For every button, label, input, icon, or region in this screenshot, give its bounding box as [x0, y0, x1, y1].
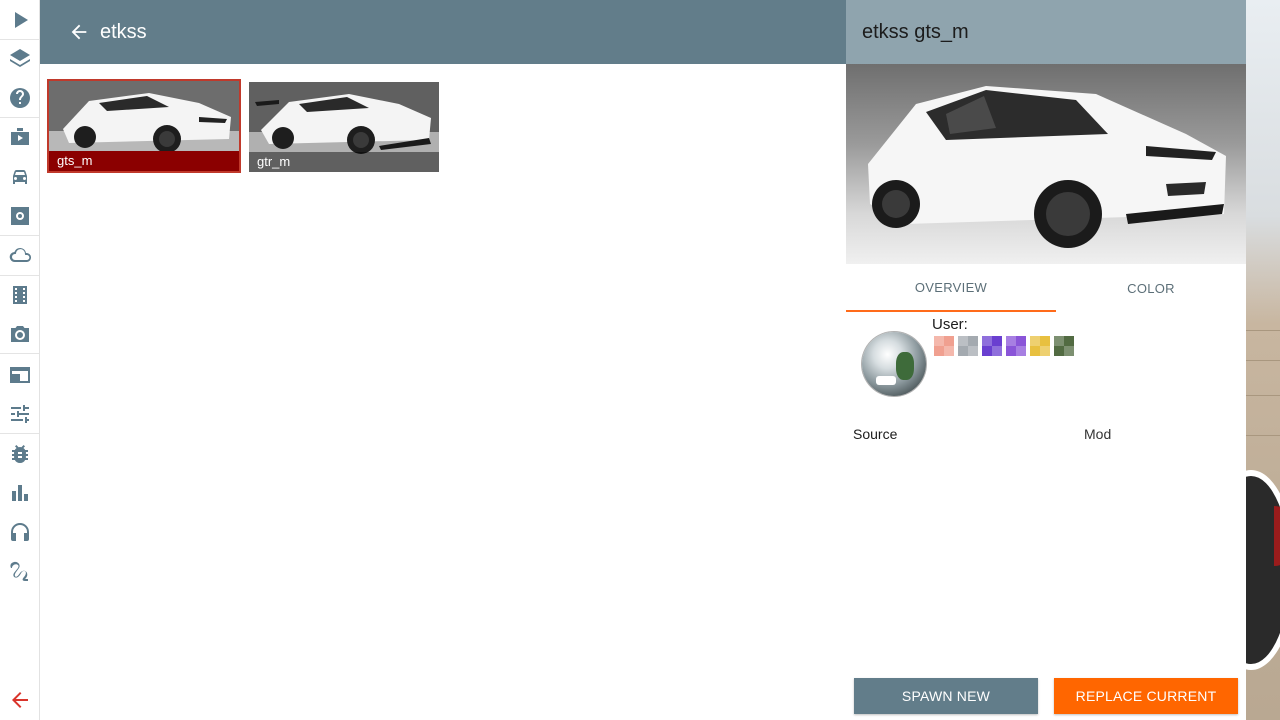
sliders-icon	[10, 404, 29, 423]
route-icon	[9, 561, 28, 581]
sidebar-item-layers[interactable]	[0, 39, 39, 78]
details-title: etkss gts_m	[862, 20, 969, 43]
sidebar-item-debug[interactable]	[0, 434, 39, 473]
page-title: etkss	[100, 20, 147, 43]
arrow-left-icon	[11, 691, 28, 708]
layers-icon	[9, 48, 30, 67]
sidebar-item-options[interactable]	[0, 394, 39, 433]
replace-current-button[interactable]: REPLACE CURRENT	[1054, 678, 1238, 714]
details-panel: etkss gts_m OVERVIEW COLOR User:	[846, 0, 1246, 720]
paint-swatch[interactable]	[958, 336, 978, 356]
config-label: gtr_m	[249, 152, 439, 172]
sidebar	[0, 0, 40, 720]
paint-swatches	[934, 336, 1074, 356]
paint-preview-ball	[862, 332, 926, 396]
sidebar-item-photo[interactable]	[0, 314, 39, 353]
cloud-icon	[9, 247, 31, 262]
arrow-left-icon	[71, 24, 87, 40]
play-icon	[14, 11, 28, 28]
sidebar-item-ui-apps[interactable]	[0, 355, 39, 394]
sidebar-item-help[interactable]	[0, 78, 39, 117]
paint-swatch[interactable]	[982, 336, 1002, 356]
config-label: gts_m	[49, 151, 239, 171]
car-icon	[12, 169, 27, 184]
sidebar-item-vehicle-config[interactable]	[0, 196, 39, 235]
user-label: User:	[932, 316, 968, 333]
sidebar-item-repository[interactable]	[0, 236, 39, 275]
config-tile-gts-m[interactable]: gts_m	[47, 79, 241, 173]
paint-swatch[interactable]	[1054, 336, 1074, 356]
bug-icon	[11, 444, 28, 463]
settings-icon	[10, 206, 29, 225]
sidebar-item-audio[interactable]	[0, 512, 39, 551]
background-scene	[1246, 0, 1280, 720]
briefcase-icon	[10, 127, 29, 145]
vehicle-preview-image	[846, 64, 1246, 264]
main-header: etkss	[40, 0, 846, 64]
sidebar-item-missions[interactable]	[0, 117, 39, 156]
camera-icon	[10, 325, 29, 342]
speedometer-gauge	[1246, 470, 1280, 670]
film-icon	[12, 285, 27, 304]
tab-overview[interactable]: OVERVIEW	[846, 264, 1056, 312]
paint-swatch[interactable]	[934, 336, 954, 356]
sidebar-item-replay[interactable]	[0, 275, 39, 314]
paint-swatch[interactable]	[1030, 336, 1050, 356]
details-tabs: OVERVIEW COLOR	[846, 264, 1246, 312]
config-tile-gtr-m[interactable]: gtr_m	[249, 82, 439, 172]
bar-chart-icon	[11, 484, 28, 501]
window-icon	[9, 366, 30, 383]
headphones-icon	[10, 522, 29, 541]
tab-color[interactable]: COLOR	[1056, 264, 1246, 312]
back-button[interactable]	[64, 17, 94, 47]
sidebar-item-play[interactable]	[0, 0, 39, 39]
source-key: Source	[853, 426, 898, 442]
paint-overview: User:	[846, 312, 1246, 412]
sidebar-item-performance[interactable]	[0, 473, 39, 512]
source-value: Mod	[1084, 426, 1112, 442]
help-icon	[9, 87, 30, 108]
sidebar-item-scenario[interactable]	[0, 552, 39, 591]
spawn-new-button[interactable]: SPAWN NEW	[854, 678, 1038, 714]
car-preview-image	[868, 86, 1226, 248]
sidebar-back-button[interactable]	[0, 680, 39, 719]
paint-swatch[interactable]	[1006, 336, 1026, 356]
sidebar-item-vehicles[interactable]	[0, 157, 39, 196]
details-header: etkss gts_m	[846, 0, 1246, 64]
